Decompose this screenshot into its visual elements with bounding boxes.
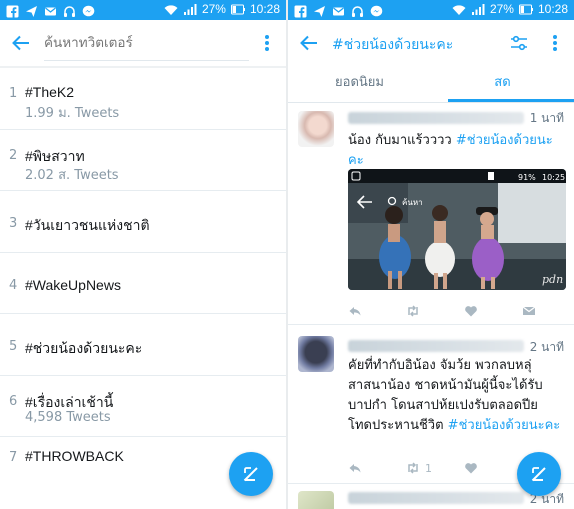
heart-icon — [465, 306, 477, 317]
trend-rank: 2 — [9, 147, 18, 163]
like-button[interactable] — [464, 460, 478, 476]
left-screen: 27% 10:28 1 #TheK2 1.99 ม. Tweets 2 #พิษ… — [0, 0, 286, 509]
trend-name: #ช่วยน้องด้วยนะคะ — [25, 340, 143, 356]
facebook-icon — [6, 3, 19, 18]
trend-rank: 6 — [9, 393, 18, 409]
avatar[interactable] — [298, 491, 334, 509]
search-results-toolbar: #ช่วยน้องด้วยนะคะ — [288, 20, 574, 66]
trend-rank: 5 — [9, 339, 18, 354]
trend-rank: 7 — [9, 450, 18, 465]
trend-tweet-count: 4,598 Tweets — [25, 409, 111, 425]
more-options-icon[interactable] — [258, 33, 276, 53]
trend-item[interactable]: 4 #WakeUpNews — [0, 253, 286, 314]
tweet-media-image[interactable]: 91% 10:25 ค้นหา pdn — [348, 169, 566, 290]
heart-icon — [465, 463, 477, 474]
compose-tweet-button[interactable] — [229, 452, 273, 496]
media-photo: 91% 10:25 ค้นหา pdn — [348, 169, 566, 290]
trend-item[interactable]: 2 #พิษสวาท 2.02 ส. Tweets — [0, 130, 286, 191]
status-bar: 27% 10:28 — [0, 0, 286, 20]
status-bar: 27% 10:28 — [288, 0, 574, 20]
back-arrow-icon[interactable] — [10, 32, 32, 54]
retweet-button[interactable]: 1 — [406, 460, 432, 476]
wifi-icon — [164, 4, 178, 15]
search-input[interactable] — [44, 30, 249, 56]
media-search-hint: ค้นหา — [402, 198, 423, 207]
retweet-count: 1 — [425, 461, 432, 475]
author-name-blurred — [348, 112, 524, 124]
media-battery: 91% — [518, 173, 536, 182]
trend-item[interactable]: 6 #เรื่องเล่าเช้านี้ 4,598 Tweets — [0, 376, 286, 437]
signal-icon — [471, 3, 485, 15]
retweet-icon — [408, 462, 418, 474]
battery-percent: 27% — [489, 2, 514, 16]
tweet-text: น้อง กับมาแร้วววว #ช่วยน้องด้วยนะคะ — [348, 131, 566, 171]
trend-rank: 3 — [9, 216, 18, 231]
trend-name: #วันเยาวชนแห่งชาติ — [25, 217, 150, 233]
signal-icon — [183, 3, 197, 15]
messenger-icon — [82, 3, 95, 17]
direct-message-button[interactable] — [522, 303, 536, 319]
trend-name: #THROWBACK — [25, 448, 124, 464]
trend-item[interactable]: 3 #วันเยาวชนแห่งชาติ — [0, 191, 286, 253]
send-icon — [313, 3, 326, 17]
media-watermark: pdn — [542, 273, 563, 286]
compose-tweet-button[interactable] — [517, 452, 561, 496]
clock: 10:28 — [537, 2, 568, 16]
trends-list: 1 #TheK2 1.99 ม. Tweets 2 #พิษสวาท 2.02 … — [0, 68, 286, 499]
search-toolbar — [0, 20, 286, 66]
tab-top[interactable]: ยอดนิยม — [288, 66, 431, 102]
author-name-blurred — [348, 492, 524, 504]
trend-name: #WakeUpNews — [25, 276, 121, 293]
trend-rank: 4 — [9, 277, 18, 293]
headphones-icon — [351, 3, 364, 17]
search-underline — [44, 60, 249, 61]
battery-icon — [230, 4, 245, 14]
media-time: 10:25 — [542, 173, 565, 182]
reply-icon — [349, 464, 361, 473]
tweet-actions — [348, 303, 538, 319]
mail-icon — [44, 3, 57, 16]
facebook-icon — [294, 3, 307, 18]
compose-icon — [531, 467, 546, 482]
reply-button[interactable] — [348, 303, 362, 319]
trend-tweet-count: 1.99 ม. Tweets — [25, 106, 120, 121]
mail-icon — [332, 3, 345, 16]
tweet-actions: 1 — [348, 460, 538, 476]
avatar[interactable] — [298, 336, 334, 372]
trend-name: #TheK2 — [25, 84, 75, 100]
more-options-icon[interactable] — [546, 33, 564, 53]
trend-tweet-count: 2.02 ส. Tweets — [25, 167, 119, 183]
retweet-icon — [408, 305, 418, 317]
right-screen: 27% 10:28 #ช่วยน้องด้วยนะคะ ยอดนิยม สด 1… — [288, 0, 574, 509]
avatar[interactable] — [298, 111, 334, 147]
like-button[interactable] — [464, 303, 478, 319]
trend-rank: 1 — [9, 86, 18, 101]
tab-live[interactable]: สด — [431, 66, 574, 102]
reply-button[interactable] — [348, 460, 362, 476]
back-arrow-icon[interactable] — [298, 32, 320, 54]
wifi-icon — [452, 4, 466, 15]
search-query-title[interactable]: #ช่วยน้องด้วยนะคะ — [332, 34, 453, 56]
tweet-timestamp: 2 นาที — [529, 340, 564, 354]
dm-icon — [522, 306, 536, 315]
battery-percent: 27% — [201, 2, 226, 16]
retweet-button[interactable] — [406, 303, 420, 319]
tweet-text: คัยที่ทำกับอิน้อง จัมว้ย พวกลบหลุ่สาสนาน… — [348, 356, 566, 436]
compose-icon — [243, 467, 258, 482]
hashtag-link[interactable]: #ช่วยน้องด้วยนะคะ — [448, 418, 561, 433]
trend-item[interactable]: 1 #TheK2 1.99 ม. Tweets — [0, 68, 286, 130]
battery-icon — [518, 4, 533, 14]
messenger-icon — [370, 3, 383, 17]
tweet[interactable]: 1 นาที น้อง กับมาแร้วววว #ช่วยน้องด้วยนะ… — [288, 103, 574, 325]
author-name-blurred — [348, 340, 524, 352]
results-tabs: ยอดนิยม สด — [288, 66, 574, 102]
trend-item[interactable]: 5 #ช่วยน้องด้วยนะคะ — [0, 314, 286, 376]
filter-sliders-icon[interactable] — [509, 33, 529, 53]
send-icon — [25, 3, 38, 17]
tweet-body: น้อง กับมาแร้วววว — [348, 133, 456, 148]
headphones-icon — [63, 3, 76, 17]
reply-icon — [349, 307, 361, 316]
clock: 10:28 — [249, 2, 280, 16]
tweet-timestamp: 1 นาที — [529, 111, 564, 125]
